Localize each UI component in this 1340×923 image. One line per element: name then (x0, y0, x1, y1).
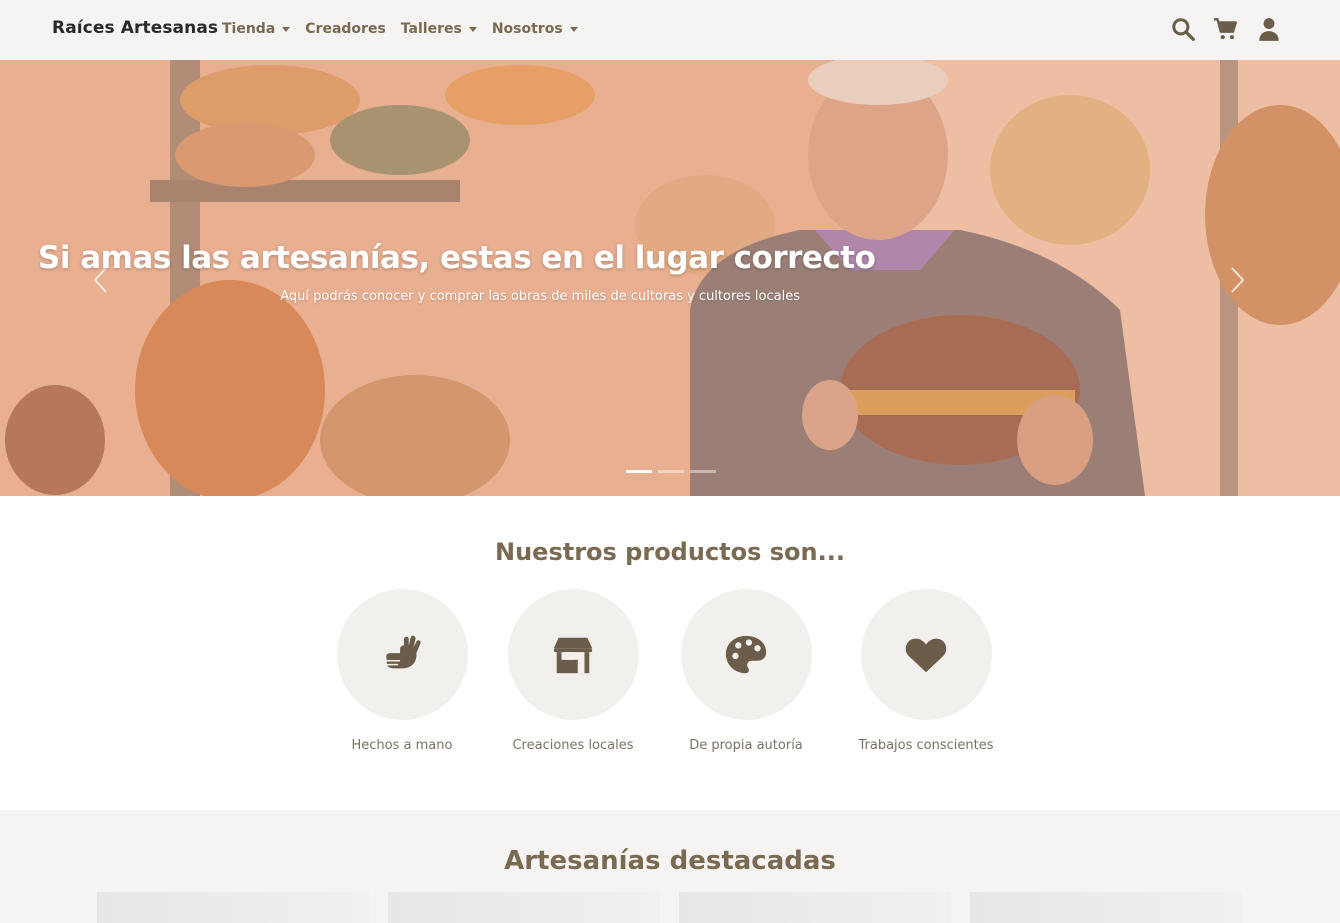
feature-icon-circle (336, 589, 468, 720)
carousel-indicator-2[interactable] (658, 470, 684, 473)
nav-item-talleres[interactable]: Talleres (401, 21, 477, 37)
navbar: Raíces Artesanas Tienda Creadores Taller… (0, 0, 1340, 60)
carousel-indicators (626, 470, 722, 473)
nav-links: Tienda Creadores Talleres Nosotros (222, 21, 593, 37)
hero-carousel: Si amas las artesanías, estas en el luga… (0, 60, 1340, 496)
feature-hechos-a-mano: Hechos a mano (312, 589, 492, 753)
nav-item-label: Tienda (222, 21, 276, 37)
product-card[interactable] (970, 892, 1242, 923)
nav-item-nosotros[interactable]: Nosotros (492, 21, 578, 37)
cart-icon[interactable] (1213, 16, 1239, 42)
chevron-right-icon (1231, 267, 1245, 293)
heart-icon (905, 638, 947, 672)
feature-propia-autoria: De propia autoría (656, 589, 836, 753)
feature-trabajos-conscientes: Trabajos conscientes (836, 589, 1016, 753)
user-icon[interactable] (1256, 16, 1282, 42)
nav-icons (1153, 16, 1282, 42)
nav-item-label: Creadores (305, 21, 386, 37)
product-card[interactable] (388, 892, 660, 923)
featured-section: Artesanías destacadas (0, 810, 1340, 923)
palette-icon (725, 635, 767, 673)
caret-down-icon (282, 27, 291, 32)
feature-label: Trabajos conscientes (858, 738, 994, 753)
store-icon (553, 637, 593, 673)
nav-item-label: Talleres (400, 21, 462, 37)
product-card[interactable] (679, 892, 951, 923)
search-icon[interactable] (1170, 16, 1196, 42)
product-card[interactable] (97, 892, 369, 923)
nav-item-tienda[interactable]: Tienda (222, 21, 291, 37)
hero-subtitle: Aquí podrás conocer y comprar las obras … (280, 289, 800, 304)
features-title: Nuestros productos son... (495, 538, 845, 566)
feature-icon-circle (680, 589, 812, 720)
carousel-indicator-1[interactable] (626, 470, 652, 473)
feature-label: Creaciones locales (512, 738, 634, 753)
feature-label: Hechos a mano (351, 738, 453, 753)
hands-icon (384, 635, 421, 668)
nav-item-creadores[interactable]: Creadores (305, 21, 386, 37)
caret-down-icon (569, 27, 578, 32)
feature-creaciones-locales: Creaciones locales (483, 589, 663, 753)
carousel-indicator-3[interactable] (690, 470, 716, 473)
featured-title: Artesanías destacadas (504, 846, 836, 876)
caret-down-icon (468, 27, 477, 32)
hero-overlay (0, 60, 1340, 496)
brand-logo[interactable]: Raíces Artesanas (52, 18, 218, 38)
carousel-next-button[interactable] (1222, 260, 1252, 300)
nav-item-label: Nosotros (491, 21, 563, 37)
feature-icon-circle (860, 589, 992, 720)
feature-label: De propia autoría (689, 738, 803, 753)
hero-title: Si amas las artesanías, estas en el luga… (38, 240, 876, 276)
feature-icon-circle (507, 589, 639, 720)
